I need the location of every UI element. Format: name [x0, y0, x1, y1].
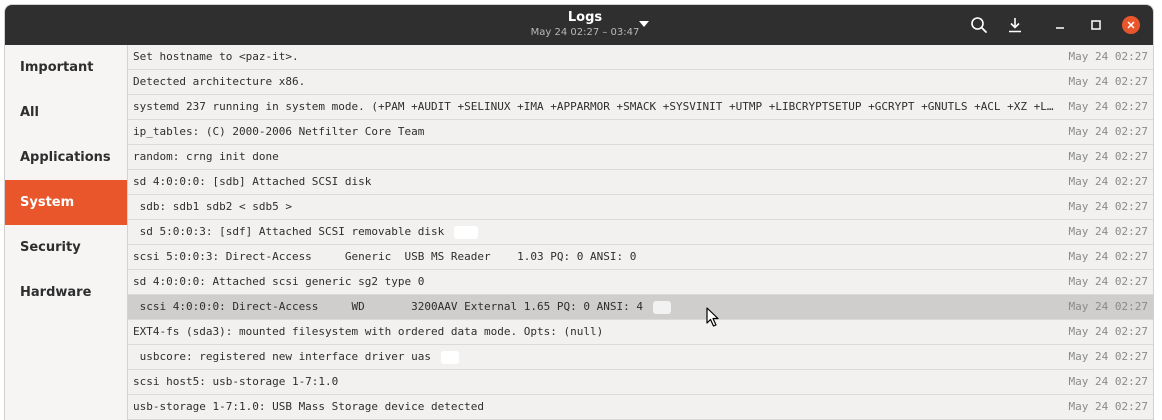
log-row[interactable]: sd 4:0:0:0: [sdb] Attached SCSI disk May…	[128, 170, 1153, 195]
log-timestamp: May 24 02:27	[1068, 400, 1148, 413]
maximize-icon	[1091, 20, 1101, 30]
log-row[interactable]: random: crng init done May 24 02:27	[128, 145, 1153, 170]
log-message: sdb: sdb1 sdb2 < sdb5 >	[133, 200, 292, 213]
repeat-count-badge: 4	[652, 301, 671, 314]
log-timestamp: May 24 02:27	[1068, 75, 1148, 88]
sidebar-item-label: Important	[20, 60, 94, 75]
log-message: EXT4-fs (sda3): mounted filesystem with …	[133, 325, 604, 338]
log-timestamp: May 24 02:27	[1068, 350, 1148, 363]
sidebar-item-label: Hardware	[20, 285, 92, 300]
log-timestamp: May 24 02:27	[1068, 175, 1148, 188]
log-message: ip_tables: (C) 2000-2006 Netfilter Core …	[133, 125, 425, 138]
log-timestamp: May 24 02:27	[1068, 200, 1148, 213]
sidebar-item-all[interactable]: All	[5, 90, 127, 135]
log-row[interactable]: scsi host5: usb-storage 1-7:1.0 May 24 0…	[128, 370, 1153, 395]
log-row[interactable]: usbcore: registered new interface driver…	[128, 345, 1153, 370]
close-button[interactable]	[1119, 13, 1143, 37]
log-message: sd 4:0:0:0: Attached scsi generic sg2 ty…	[133, 275, 425, 288]
log-message-text: sd 5:0:0:3: [sdf] Attached SCSI removabl…	[133, 225, 445, 238]
close-circle	[1122, 16, 1140, 34]
repeat-count-badge: 2	[441, 351, 459, 364]
sidebar-item-label: System	[20, 195, 75, 210]
log-list: Set hostname to <paz-it>. May 24 02:27 D…	[128, 45, 1153, 420]
log-message: sd 4:0:0:0: [sdb] Attached SCSI disk	[133, 175, 372, 188]
log-row-selected[interactable]: scsi 4:0:0:0: Direct-Access WD 3200AAV E…	[128, 295, 1153, 320]
search-icon	[971, 17, 987, 33]
sidebar-item-important[interactable]: Important	[5, 45, 127, 90]
sidebar-item-label: Applications	[20, 150, 111, 165]
sidebar: Important All Applications System Securi…	[5, 45, 128, 420]
close-icon	[1127, 21, 1135, 29]
log-message: scsi 5:0:0:3: Direct-Access Generic USB …	[133, 250, 637, 263]
sidebar-item-hardware[interactable]: Hardware	[5, 270, 127, 315]
log-row[interactable]: Set hostname to <paz-it>. May 24 02:27	[128, 45, 1153, 70]
export-icon	[1009, 18, 1021, 33]
window-subtitle: May 24 02:27 – 03:47	[530, 27, 640, 38]
log-row[interactable]: Detected architecture x86. May 24 02:27	[128, 70, 1153, 95]
log-message: Detected architecture x86.	[133, 75, 306, 88]
log-message: systemd 237 running in system mode. (+PA…	[133, 100, 1058, 113]
minimize-icon	[1056, 27, 1064, 29]
header-bar: Logs May 24 02:27 – 03:47	[5, 5, 1153, 45]
log-timestamp: May 24 02:27	[1068, 100, 1148, 113]
log-message: scsi host5: usb-storage 1-7:1.0	[133, 375, 339, 388]
log-timestamp: May 24 02:27	[1068, 50, 1148, 63]
mouse-pointer-icon	[706, 307, 719, 327]
log-timestamp: May 24 02:27	[1068, 375, 1148, 388]
log-timestamp: May 24 02:27	[1068, 250, 1148, 263]
log-message: usb-storage 1-7:1.0: USB Mass Storage de…	[133, 400, 484, 413]
log-timestamp: May 24 02:27	[1068, 275, 1148, 288]
minimize-button[interactable]	[1048, 13, 1072, 37]
log-row[interactable]: systemd 237 running in system mode. (+PA…	[128, 95, 1153, 120]
log-message: sd 5:0:0:3: [sdf] Attached SCSI removabl…	[133, 225, 1058, 239]
log-message: random: crng init done	[133, 150, 279, 163]
export-button[interactable]	[1003, 13, 1027, 37]
log-message-text: scsi 4:0:0:0: Direct-Access WD 3200AAV E…	[133, 300, 643, 313]
sidebar-item-security[interactable]: Security	[5, 225, 127, 270]
log-message: Set hostname to <paz-it>.	[133, 50, 299, 63]
sidebar-item-applications[interactable]: Applications	[5, 135, 127, 180]
log-row[interactable]: sd 4:0:0:0: Attached scsi generic sg2 ty…	[128, 270, 1153, 295]
log-timestamp: May 24 02:27	[1068, 225, 1148, 238]
log-row[interactable]: usb-storage 1-7:1.0: USB Mass Storage de…	[128, 395, 1153, 420]
log-timestamp: May 24 02:27	[1068, 150, 1148, 163]
log-message-text: usbcore: registered new interface driver…	[133, 350, 432, 363]
scrollbar[interactable]	[1149, 45, 1153, 420]
log-row[interactable]: sd 5:0:0:3: [sdf] Attached SCSI removabl…	[128, 220, 1153, 245]
log-timestamp: May 24 02:27	[1068, 300, 1148, 313]
sidebar-item-system[interactable]: System	[5, 180, 127, 225]
search-button[interactable]	[967, 13, 991, 37]
sidebar-item-label: All	[20, 105, 39, 120]
log-timestamp: May 24 02:27	[1068, 125, 1148, 138]
log-timestamp: May 24 02:27	[1068, 325, 1148, 338]
log-message: scsi 4:0:0:0: Direct-Access WD 3200AAV E…	[133, 300, 1058, 314]
log-row[interactable]: scsi 5:0:0:3: Direct-Access Generic USB …	[128, 245, 1153, 270]
sidebar-item-label: Security	[20, 240, 81, 255]
log-message: usbcore: registered new interface driver…	[133, 350, 1058, 364]
repeat-count-badge: 13	[454, 226, 478, 239]
logs-window: Logs May 24 02:27 – 03:47 Important All …	[5, 5, 1153, 420]
log-row[interactable]: sdb: sdb1 sdb2 < sdb5 > May 24 02:27	[128, 195, 1153, 220]
maximize-button[interactable]	[1084, 13, 1108, 37]
chevron-down-icon[interactable]	[639, 21, 649, 27]
log-row[interactable]: ip_tables: (C) 2000-2006 Netfilter Core …	[128, 120, 1153, 145]
log-row[interactable]: EXT4-fs (sda3): mounted filesystem with …	[128, 320, 1153, 345]
